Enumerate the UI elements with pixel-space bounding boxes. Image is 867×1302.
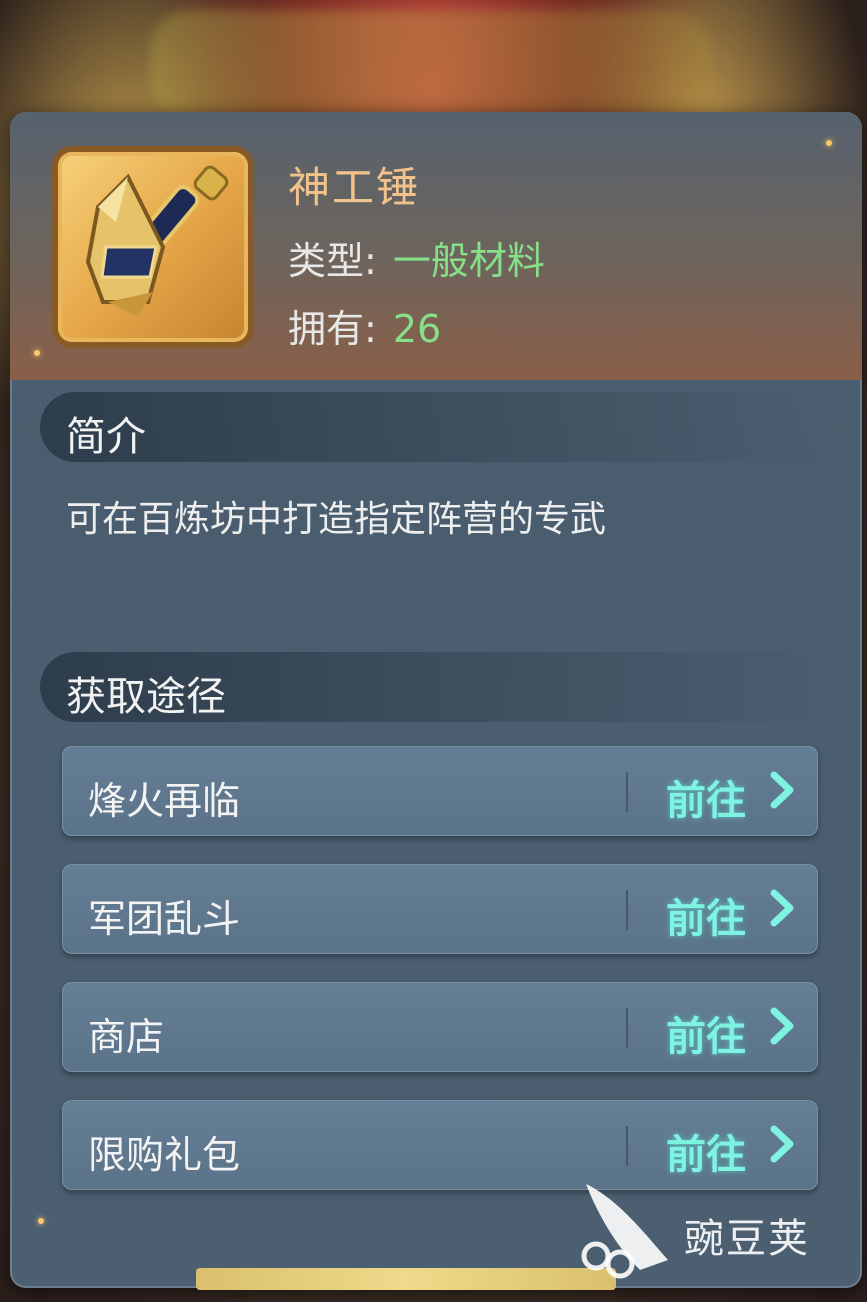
item-type-value: 一般材料 xyxy=(392,239,545,283)
route-divider xyxy=(626,772,628,812)
item-type-row: 类型: 一般材料 xyxy=(288,230,545,285)
route-name: 军团乱斗 xyxy=(88,897,241,941)
route-divider xyxy=(626,1008,628,1048)
intro-title: 简介 xyxy=(66,414,146,460)
chevron-right-icon xyxy=(770,771,794,809)
route-divider xyxy=(626,890,628,930)
chevron-right-icon xyxy=(770,889,794,927)
route-name: 商店 xyxy=(88,1015,165,1059)
goto-button[interactable]: 前往 xyxy=(666,768,746,826)
bottom-tab-strip xyxy=(196,1268,616,1290)
route-row-fenghuo[interactable]: 烽火再临 前往 xyxy=(62,746,818,836)
intro-description: 可在百炼坊中打造指定阵营的专武 xyxy=(66,499,607,540)
item-header: 神工锤 类型: 一般材料 拥有: 26 xyxy=(10,112,862,380)
sparkle-decoration xyxy=(826,140,832,146)
route-divider xyxy=(626,1126,628,1166)
item-icon-frame xyxy=(58,152,248,342)
chevron-right-icon xyxy=(770,1007,794,1045)
route-name: 烽火再临 xyxy=(88,779,241,823)
intro-section-header: 简介 xyxy=(40,392,830,462)
route-name: 限购礼包 xyxy=(88,1133,241,1177)
route-row-limited-pack[interactable]: 限购礼包 前往 xyxy=(62,1100,818,1190)
chevron-right-icon xyxy=(770,1125,794,1163)
route-row-shop[interactable]: 商店 前往 xyxy=(62,982,818,1072)
watermark: 豌豆荚 xyxy=(580,1180,840,1280)
pea-pod-logo-icon xyxy=(581,1184,668,1279)
item-owned-row: 拥有: 26 xyxy=(288,298,441,353)
sparkle-decoration xyxy=(34,350,40,356)
goto-button[interactable]: 前往 xyxy=(666,886,746,944)
item-owned-label: 拥有: xyxy=(288,307,377,351)
hammer-icon xyxy=(85,165,229,317)
item-owned-count: 26 xyxy=(392,307,442,351)
sparkle-decoration xyxy=(38,1218,44,1224)
goto-button[interactable]: 前往 xyxy=(666,1122,746,1180)
route-row-legion-brawl[interactable]: 军团乱斗 前往 xyxy=(62,864,818,954)
item-detail-panel: 神工锤 类型: 一般材料 拥有: 26 简介 可在百炼坊中打造指定阵营的专武 获取途… xyxy=(10,112,862,1288)
item-type-label: 类型: xyxy=(288,239,377,283)
source-section-header: 获取途径 xyxy=(40,652,830,722)
source-title: 获取途径 xyxy=(66,674,226,720)
item-name: 神工锤 xyxy=(288,163,421,212)
watermark-text: 豌豆荚 xyxy=(684,1216,810,1262)
background-title-art xyxy=(150,10,710,120)
goto-button[interactable]: 前往 xyxy=(666,1004,746,1062)
